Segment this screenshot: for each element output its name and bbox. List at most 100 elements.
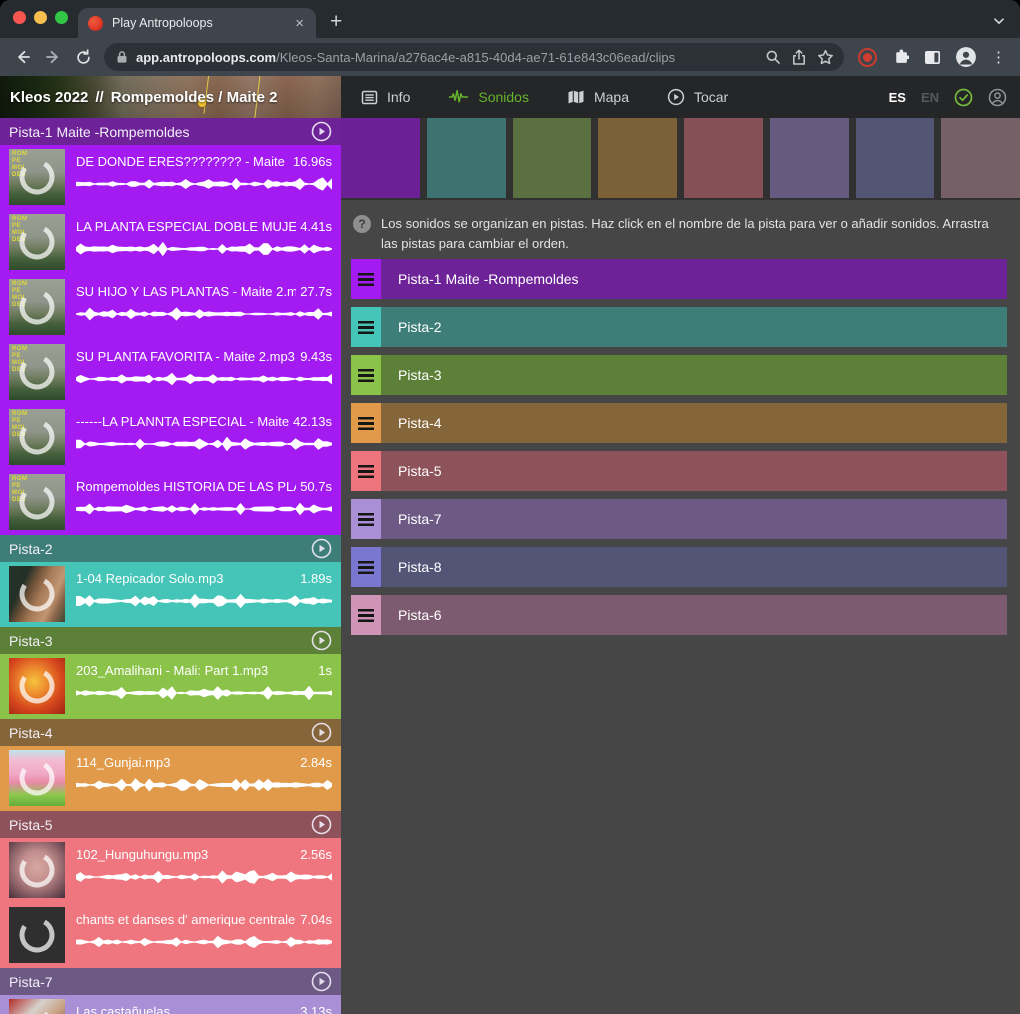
clip-item[interactable]: 114_Gunjai.mp32.84s (0, 746, 341, 811)
track-section-name: Pista-2 (9, 541, 311, 557)
lang-es-button[interactable]: ES (889, 90, 906, 105)
browser-tab[interactable]: Play Antropoloops × (78, 8, 316, 38)
share-icon[interactable] (786, 44, 812, 70)
clip-item[interactable]: Las castañuelas3.13s (0, 995, 341, 1014)
track-row: Pista-7 (351, 499, 1007, 539)
clip-info: SU PLANTA FAVORITA - Maite 2.mp39.43s (76, 344, 332, 405)
address-bar[interactable]: app.antropoloops.com/Kleos-Santa-Marina/… (104, 43, 844, 71)
new-tab-button[interactable]: + (330, 10, 342, 34)
clip-thumbnail (9, 566, 65, 622)
clip-item[interactable]: 203_Amalihani - Mali: Part 1.mp31s (0, 654, 341, 719)
track-section-header[interactable]: Pista-3 (0, 627, 341, 654)
profile-avatar[interactable] (956, 47, 976, 67)
clip-title: ------LA PLANNTA ESPECIAL - Maite 2.mp3 (76, 414, 289, 429)
tab-favicon-icon (88, 16, 103, 31)
nav-item-label: Sonidos (478, 89, 529, 105)
track-color-swatch (427, 118, 506, 198)
track-section-header[interactable]: Pista-1 Maite -Rompemoldes (0, 118, 341, 145)
chrome-menu-icon[interactable]: ⋮ (991, 50, 1006, 65)
track-row-label: Pista-2 (398, 319, 442, 335)
clip-item[interactable]: ROM PE MOL DESLA PLANTA ESPECIAL DOBLE M… (0, 210, 341, 275)
drag-handle-icon (358, 561, 374, 574)
track-clip-list: Las castañuelas3.13s (0, 995, 341, 1014)
loop-logo-icon (9, 842, 65, 898)
track-row-button[interactable]: Pista-4 (381, 403, 1007, 443)
drag-handle[interactable] (351, 355, 381, 395)
clip-info: Rompemoldes HISTORIA DE LAS PLANTAS...50… (76, 474, 332, 535)
clip-waveform (76, 177, 332, 191)
forward-button[interactable] (38, 42, 68, 72)
clip-title: DE DONDE ERES???????? - Maite 2.mp3 (76, 154, 289, 169)
clip-thumbnail (9, 842, 65, 898)
clip-thumbnail: ROM PE MOL DES (9, 214, 65, 270)
back-button[interactable] (8, 42, 38, 72)
drag-handle-icon (358, 321, 374, 334)
close-window-button[interactable] (13, 11, 26, 24)
nav-item-info[interactable]: Info (361, 89, 410, 106)
zoom-window-button[interactable] (55, 11, 68, 24)
saved-check-icon[interactable] (954, 88, 973, 107)
drag-handle[interactable] (351, 259, 381, 299)
play-track-button[interactable] (311, 971, 332, 992)
clip-item[interactable]: ROM PE MOL DESSU PLANTA FAVORITA - Maite… (0, 340, 341, 405)
clip-duration: 2.84s (300, 755, 332, 770)
play-track-button[interactable] (311, 630, 332, 651)
track-row: Pista-3 (351, 355, 1007, 395)
track-row: Pista-8 (351, 547, 1007, 587)
track-section-name: Pista-3 (9, 633, 311, 649)
app-header: Kleos 2022//Rompemoldes / Maite 2 Info So… (0, 76, 1020, 118)
track-row-button[interactable]: Pista-5 (381, 451, 1007, 491)
track-section-header[interactable]: Pista-4 (0, 719, 341, 746)
track-row-button[interactable]: Pista-3 (381, 355, 1007, 395)
clip-item[interactable]: ROM PE MOL DESDE DONDE ERES???????? - Ma… (0, 145, 341, 210)
drag-handle[interactable] (351, 403, 381, 443)
track-row-button[interactable]: Pista-7 (381, 499, 1007, 539)
extensions-puzzle-icon[interactable] (892, 49, 909, 65)
loop-logo-icon (9, 474, 65, 530)
clip-info: 203_Amalihani - Mali: Part 1.mp31s (76, 658, 332, 719)
account-icon[interactable] (988, 88, 1007, 107)
clip-duration: 4.41s (300, 219, 332, 234)
clip-item[interactable]: ROM PE MOL DESRompemoldes HISTORIA DE LA… (0, 470, 341, 535)
bookmark-star-icon[interactable] (812, 44, 838, 70)
drag-handle[interactable] (351, 307, 381, 347)
clip-item[interactable]: 1-04 Repicador Solo.mp31.89s (0, 562, 341, 627)
side-panel-icon[interactable] (924, 50, 941, 65)
clip-item[interactable]: ROM PE MOL DES------LA PLANNTA ESPECIAL … (0, 405, 341, 470)
drag-handle[interactable] (351, 595, 381, 635)
track-section-header[interactable]: Pista-7 (0, 968, 341, 995)
url-text: app.antropoloops.com/Kleos-Santa-Marina/… (136, 50, 760, 65)
lang-en-button[interactable]: EN (921, 90, 939, 105)
minimize-window-button[interactable] (34, 11, 47, 24)
track-row-button[interactable]: Pista-6 (381, 595, 1007, 635)
clip-item[interactable]: 102_Hunguhungu.mp32.56s (0, 838, 341, 903)
reload-button[interactable] (68, 42, 98, 72)
track-row-button[interactable]: Pista-2 (381, 307, 1007, 347)
tracks-sidebar: Pista-1 Maite -RompemoldesROM PE MOL DES… (0, 118, 341, 1014)
track-row-button[interactable]: Pista-1 Maite -Rompemoldes (381, 259, 1007, 299)
drag-handle[interactable] (351, 451, 381, 491)
breadcrumb-text: Kleos 2022//Rompemoldes / Maite 2 (10, 89, 277, 106)
play-track-button[interactable] (311, 121, 332, 142)
drag-handle[interactable] (351, 499, 381, 539)
clip-info: chants et danses d' amerique centrale - … (76, 907, 332, 968)
track-row-button[interactable]: Pista-8 (381, 547, 1007, 587)
nav-item-tocar[interactable]: Tocar (667, 88, 728, 106)
clip-waveform (76, 935, 332, 949)
clip-item[interactable]: chants et danses d' amerique centrale - … (0, 903, 341, 968)
track-section-header[interactable]: Pista-2 (0, 535, 341, 562)
play-track-button[interactable] (311, 722, 332, 743)
breadcrumb[interactable]: Kleos 2022//Rompemoldes / Maite 2 (0, 76, 341, 118)
zoom-page-icon[interactable] (760, 44, 786, 70)
tab-search-chevron-icon[interactable] (992, 14, 1006, 33)
clip-item[interactable]: ROM PE MOL DESSU HIJO Y LAS PLANTAS - Ma… (0, 275, 341, 340)
track-section-header[interactable]: Pista-5 (0, 811, 341, 838)
play-icon (667, 88, 685, 106)
drag-handle[interactable] (351, 547, 381, 587)
record-extension-icon[interactable] (858, 48, 877, 67)
nav-item-mapa[interactable]: Mapa (567, 89, 629, 105)
nav-item-sonidos[interactable]: Sonidos (448, 89, 529, 105)
play-track-button[interactable] (311, 814, 332, 835)
tab-close-icon[interactable]: × (293, 16, 306, 31)
play-track-button[interactable] (311, 538, 332, 559)
